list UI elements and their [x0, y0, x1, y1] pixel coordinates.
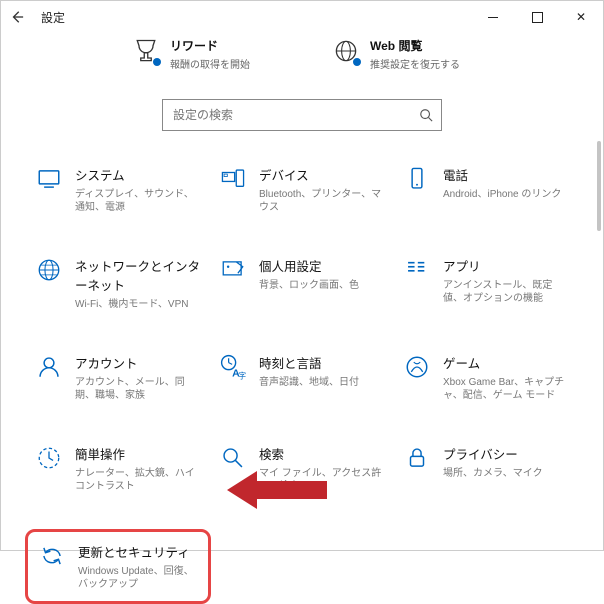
- promo-desc: 報酬の取得を開始: [170, 56, 250, 71]
- category-title: 時刻と言語: [259, 353, 359, 372]
- promo-desc: 推奨設定を復元する: [370, 56, 460, 71]
- category-desc: マイ ファイル、アクセス許可の検索: [259, 467, 385, 493]
- category-desc: アカウント、メール、同期、職場、家族: [75, 376, 201, 402]
- personalization-icon: [219, 256, 247, 284]
- window-controls: [471, 1, 603, 33]
- search-category-icon: [219, 444, 247, 472]
- titlebar: 設定: [1, 1, 603, 33]
- category-title: 簡単操作: [75, 444, 201, 463]
- devices-icon: [219, 165, 247, 193]
- category-gaming[interactable]: ゲーム Xbox Game Bar、キャプチャ、配信、ゲーム モード: [399, 347, 573, 408]
- promo-rewards[interactable]: リワード 報酬の取得を開始: [132, 37, 272, 71]
- category-desc: Wi-Fi、機内モード、VPN: [75, 298, 201, 311]
- close-button[interactable]: [559, 1, 603, 33]
- category-desc: アンインストール、既定値、オプションの機能: [443, 279, 569, 305]
- back-button[interactable]: [1, 1, 33, 33]
- category-title: デバイス: [259, 165, 385, 184]
- category-personalization[interactable]: 個人用設定背景、ロック画面、色: [215, 250, 389, 317]
- category-title: 更新とセキュリティ: [78, 542, 198, 561]
- category-accounts[interactable]: アカウントアカウント、メール、同期、職場、家族: [31, 347, 205, 408]
- apps-icon: [403, 256, 431, 284]
- category-desc: ディスプレイ、サウンド、通知、電源: [75, 188, 201, 214]
- category-title: プライバシー: [443, 444, 543, 463]
- category-desc: ナレーター、拡大鏡、ハイコントラスト: [75, 467, 201, 493]
- category-desc: 場所、カメラ、マイク: [443, 467, 543, 480]
- category-desc: Bluetooth、プリンター、マウス: [259, 188, 385, 214]
- category-network[interactable]: ネットワークとインターネット Wi-Fi、機内モード、VPN: [31, 250, 205, 317]
- promo-row: リワード 報酬の取得を開始 Web 閲覧 推奨設定を復元する: [1, 33, 603, 83]
- category-ease-of-access[interactable]: 簡単操作ナレーター、拡大鏡、ハイコントラスト: [31, 438, 205, 499]
- rewards-icon: [132, 37, 160, 65]
- highlight-annotation: 更新とセキュリティ Windows Update、回復、バックアップ: [25, 529, 211, 604]
- category-apps[interactable]: アプリアンインストール、既定値、オプションの機能: [399, 250, 573, 317]
- privacy-icon: [403, 444, 431, 472]
- category-desc: Android、iPhone のリンク: [443, 188, 561, 201]
- ease-icon: [35, 444, 63, 472]
- system-icon: [35, 165, 63, 193]
- categories-grid: システムディスプレイ、サウンド、通知、電源 デバイス Bluetooth、プリンタ…: [1, 159, 603, 604]
- globe-icon: [332, 37, 360, 65]
- phone-icon: [403, 165, 431, 193]
- promo-title: Web 閲覧: [370, 37, 460, 54]
- update-icon: [38, 542, 66, 570]
- category-search[interactable]: 検索マイ ファイル、アクセス許可の検索: [215, 438, 389, 499]
- category-phone[interactable]: 電話 Android、iPhone のリンク: [399, 159, 573, 220]
- window-title: 設定: [41, 9, 65, 26]
- gaming-icon: [403, 353, 431, 381]
- time-language-icon: A字: [219, 353, 247, 381]
- category-time-language[interactable]: A字 時刻と言語音声認識、地域、日付: [215, 347, 389, 408]
- back-arrow-icon: [10, 10, 24, 24]
- category-title: 個人用設定: [259, 256, 359, 275]
- search-wrap: [1, 83, 603, 159]
- search-box[interactable]: [162, 99, 442, 131]
- category-title: アプリ: [443, 256, 569, 275]
- search-icon: [419, 108, 433, 122]
- category-title: アカウント: [75, 353, 201, 372]
- svg-text:字: 字: [238, 370, 246, 380]
- category-privacy[interactable]: プライバシー場所、カメラ、マイク: [399, 438, 573, 499]
- network-icon: [35, 256, 63, 284]
- search-input[interactable]: [171, 107, 419, 123]
- category-update-security[interactable]: 更新とセキュリティ Windows Update、回復、バックアップ: [32, 536, 204, 597]
- category-system[interactable]: システムディスプレイ、サウンド、通知、電源: [31, 159, 205, 220]
- maximize-button[interactable]: [515, 1, 559, 33]
- category-devices[interactable]: デバイス Bluetooth、プリンター、マウス: [215, 159, 389, 220]
- category-title: システム: [75, 165, 201, 184]
- scrollbar[interactable]: [597, 141, 601, 231]
- category-title: 電話: [443, 165, 561, 184]
- category-desc: Windows Update、回復、バックアップ: [78, 565, 198, 591]
- promo-web[interactable]: Web 閲覧 推奨設定を復元する: [332, 37, 472, 71]
- category-desc: 音声認識、地域、日付: [259, 376, 359, 389]
- category-desc: 背景、ロック画面、色: [259, 279, 359, 292]
- promo-title: リワード: [170, 37, 250, 54]
- minimize-button[interactable]: [471, 1, 515, 33]
- accounts-icon: [35, 353, 63, 381]
- category-title: ネットワークとインターネット: [75, 256, 201, 294]
- category-desc: Xbox Game Bar、キャプチャ、配信、ゲーム モード: [443, 376, 569, 402]
- category-title: ゲーム: [443, 353, 569, 372]
- category-title: 検索: [259, 444, 385, 463]
